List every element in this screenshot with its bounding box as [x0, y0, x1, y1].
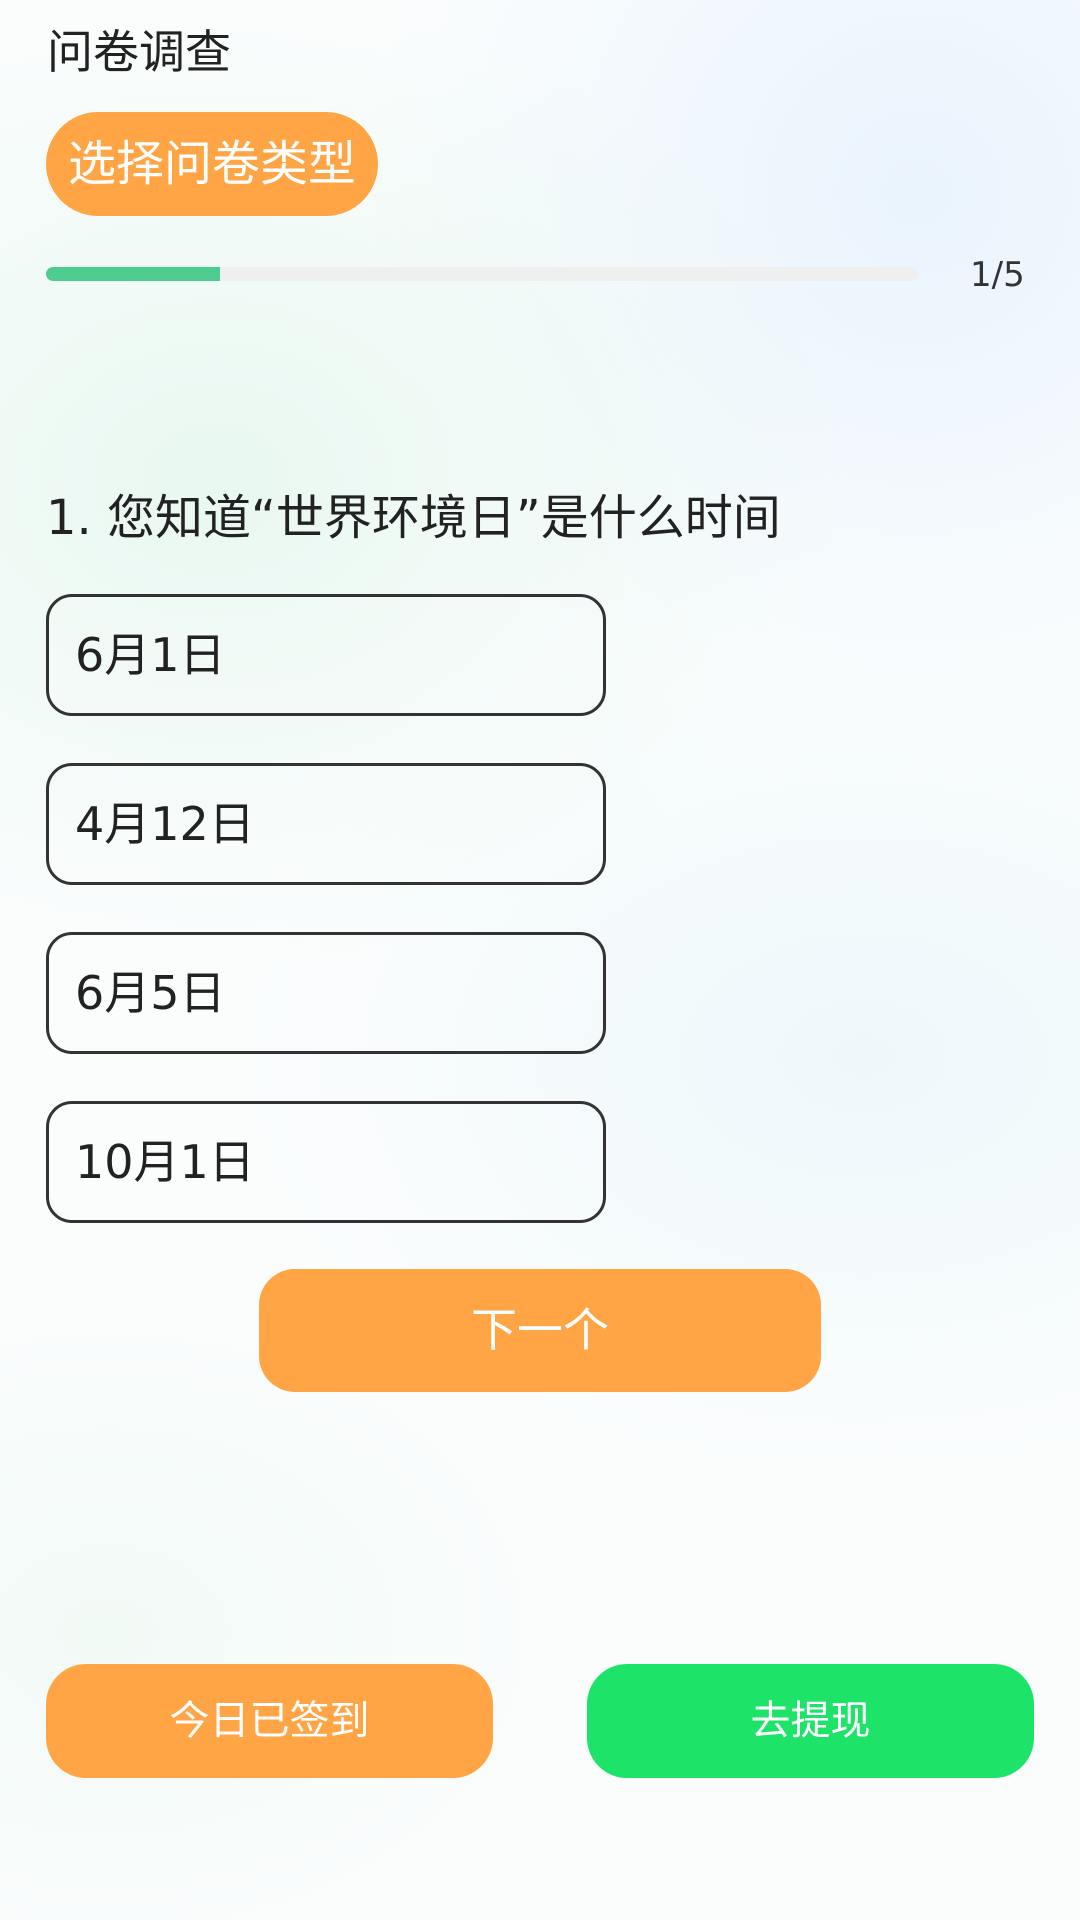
withdraw-button[interactable]: 去提现 [587, 1664, 1034, 1778]
answer-option-2[interactable]: 4月12日 [46, 763, 606, 885]
checkin-button[interactable]: 今日已签到 [46, 1664, 493, 1778]
progress-bar-fill [46, 267, 221, 281]
question-text: 1. 您知道“世界环境日”是什么时间 [46, 490, 781, 546]
progress-bar [46, 267, 918, 281]
answer-option-4[interactable]: 10月1日 [46, 1101, 606, 1223]
answer-option-1[interactable]: 6月1日 [46, 594, 606, 716]
select-survey-type-button[interactable]: 选择问卷类型 [46, 112, 379, 216]
next-button[interactable]: 下一个 [259, 1269, 821, 1392]
page-title: 问卷调查 [47, 25, 231, 79]
progress-counter: 1/5 [970, 255, 1025, 295]
answer-option-3[interactable]: 6月5日 [46, 932, 606, 1054]
